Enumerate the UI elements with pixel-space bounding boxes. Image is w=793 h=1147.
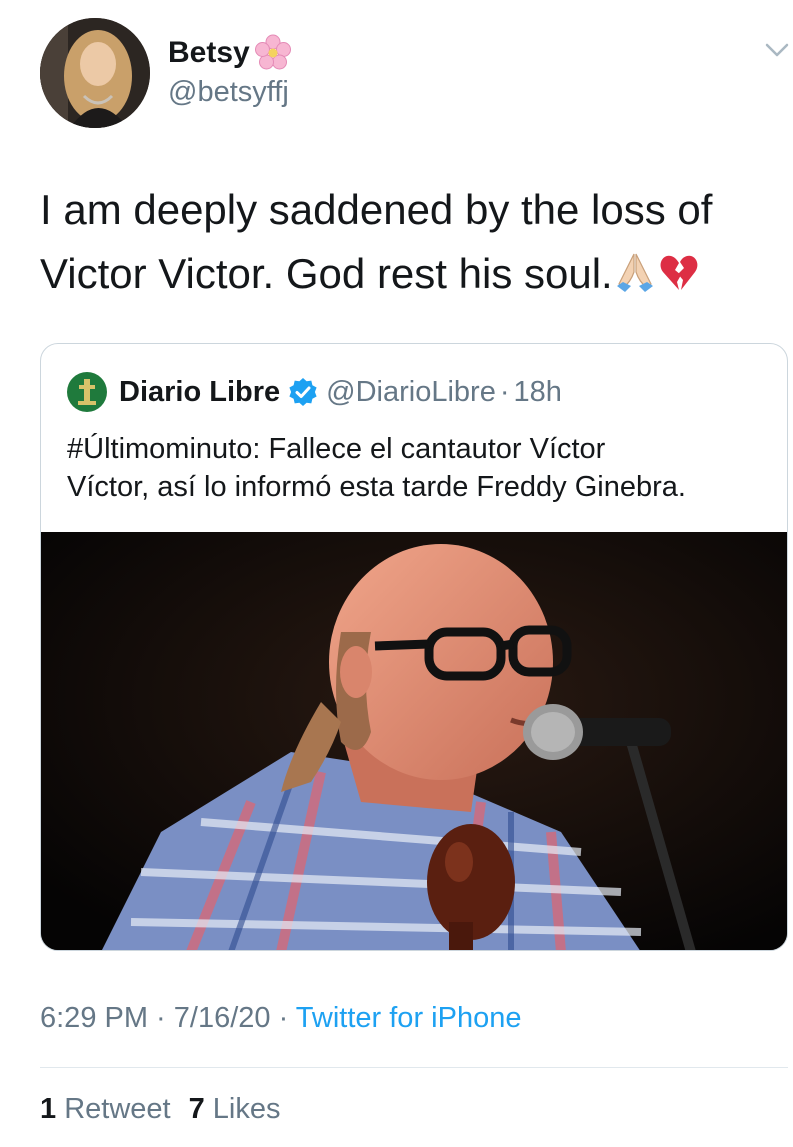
- retweets-stat[interactable]: 1 Retweet: [40, 1093, 171, 1125]
- tweet-text: I am deeply saddened by the loss of Vict…: [40, 178, 780, 312]
- verified-badge-icon: [289, 378, 317, 406]
- tweet-date[interactable]: 7/16/20: [174, 1002, 271, 1034]
- quoted-tweet-text-line: Víctor, así lo informó esta tarde Freddy…: [67, 471, 686, 503]
- display-name[interactable]: Betsy: [168, 34, 292, 72]
- quoted-tweet-avatar[interactable]: [67, 372, 107, 412]
- tweet-stats: 1 Retweet 7 Likes: [40, 1093, 281, 1126]
- likes-label: Likes: [212, 1093, 281, 1125]
- likes-stat[interactable]: 7 Likes: [189, 1093, 281, 1125]
- user-handle[interactable]: @betsyffj: [168, 76, 289, 109]
- quoted-tweet-handle[interactable]: @DiarioLibre: [326, 376, 496, 409]
- broken-heart-icon: [657, 248, 701, 312]
- folded-hands-icon: [613, 248, 657, 312]
- tweet-source-link[interactable]: Twitter for iPhone: [296, 1002, 522, 1034]
- profile-avatar[interactable]: [40, 18, 150, 128]
- meta-separator: ·: [270, 1002, 296, 1034]
- tweet-detail: Betsy @betsyffj I am deeply saddened by …: [0, 0, 793, 1147]
- tweet-text-line2: Victor Victor. God rest his soul.: [40, 250, 613, 297]
- cherry-blossom-icon: [254, 34, 292, 72]
- display-name-text: Betsy: [168, 36, 250, 69]
- tweet-text-line: Victor Victor. God rest his soul.: [40, 242, 780, 312]
- chevron-down-icon[interactable]: [764, 40, 790, 60]
- tweet-text-line: I am deeply saddened by the loss of: [40, 186, 713, 233]
- retweets-label: Retweet: [64, 1093, 171, 1125]
- quoted-tweet-card[interactable]: Diario Libre @DiarioLibre · 18h #Últimom…: [40, 343, 788, 951]
- meta-separator: ·: [148, 1002, 174, 1034]
- divider: [40, 1067, 788, 1068]
- tweet-time[interactable]: 6:29 PM: [40, 1002, 148, 1034]
- quoted-tweet-text: #Últimominuto: Fallece el cantautor Víct…: [67, 430, 777, 506]
- quoted-tweet-header: Diario Libre @DiarioLibre · 18h: [67, 372, 562, 412]
- quoted-tweet-age[interactable]: 18h: [514, 376, 562, 409]
- tweet-meta: 6:29 PM · 7/16/20 · Twitter for iPhone: [40, 1002, 521, 1035]
- likes-count: 7: [188, 1093, 205, 1125]
- quoted-tweet-photo[interactable]: [41, 532, 787, 950]
- retweets-count: 1: [40, 1093, 57, 1125]
- quoted-tweet-separator: ·: [499, 375, 510, 408]
- quoted-tweet-name[interactable]: Diario Libre: [119, 376, 280, 409]
- quoted-tweet-text-line: #Últimominuto: Fallece el cantautor Víct…: [67, 433, 606, 465]
